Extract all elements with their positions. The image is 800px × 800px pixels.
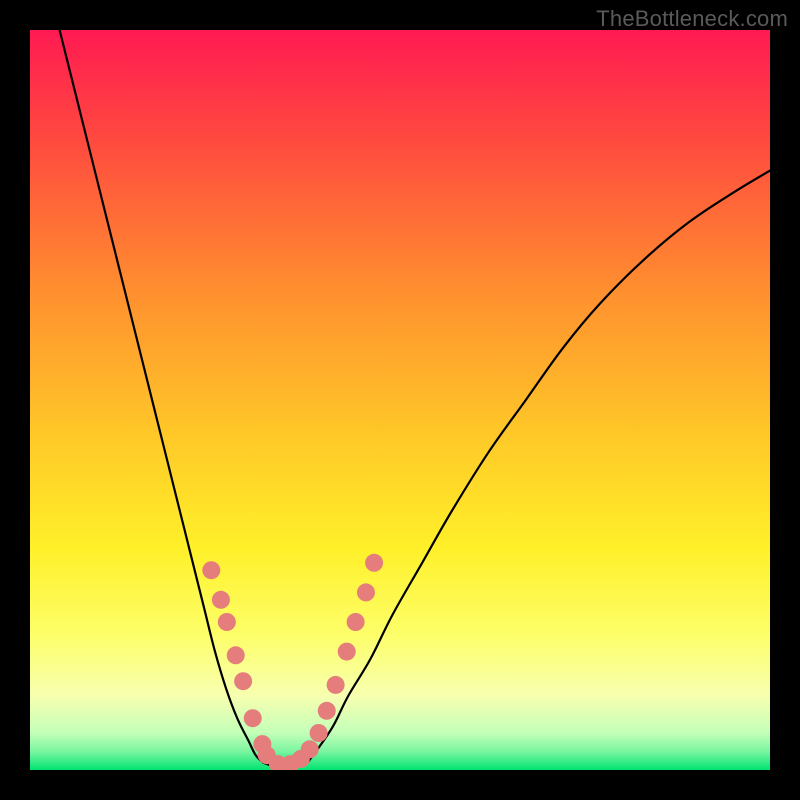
marker-dot xyxy=(347,613,365,631)
marker-dot xyxy=(218,613,236,631)
chart-plot xyxy=(30,30,770,770)
chart-container: TheBottleneck.com xyxy=(0,0,800,800)
marker-dot xyxy=(301,740,319,758)
marker-dot xyxy=(357,583,375,601)
marker-dot xyxy=(202,561,220,579)
plot-background xyxy=(30,30,770,770)
marker-dot xyxy=(244,709,262,727)
marker-dot xyxy=(212,591,230,609)
marker-dot xyxy=(227,646,245,664)
watermark-text: TheBottleneck.com xyxy=(596,6,788,32)
marker-dot xyxy=(365,554,383,572)
marker-dot xyxy=(310,724,328,742)
marker-dot xyxy=(327,676,345,694)
marker-dot xyxy=(234,672,252,690)
marker-dot xyxy=(318,702,336,720)
marker-dot xyxy=(338,643,356,661)
